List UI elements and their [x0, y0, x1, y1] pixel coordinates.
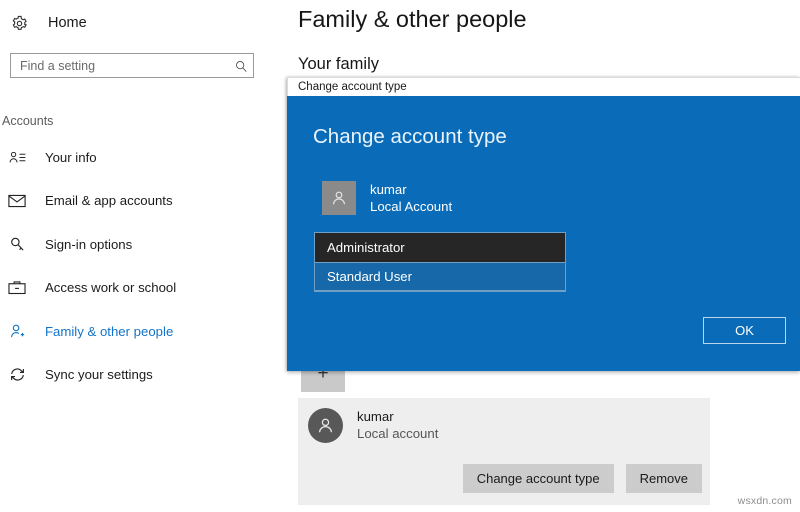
account-type-dropdown[interactable]: Administrator Standard User [314, 232, 566, 292]
remove-account-button[interactable]: Remove [626, 464, 702, 493]
sidebar-home-label: Home [48, 15, 87, 31]
sidebar-item-sync-your-settings[interactable]: Sync your settings [0, 364, 290, 386]
settings-sidebar: Home Accounts Your info [0, 0, 290, 512]
account-identity: kumar Local account [308, 408, 438, 443]
sidebar-item-email-app-accounts[interactable]: Email & app accounts [0, 190, 290, 212]
person-details-icon [6, 147, 28, 167]
account-card-actions: Change account type Remove [463, 464, 702, 493]
key-icon [6, 234, 28, 254]
person-add-icon [6, 321, 28, 341]
watermark: wsxdn.com [738, 495, 792, 507]
ok-button[interactable]: OK [703, 317, 786, 344]
dialog-user-name: kumar [370, 181, 452, 198]
dropdown-option-standard-user[interactable]: Standard User [315, 262, 565, 291]
sidebar-nav-list: Your info Email & app accounts Sign-in o… [0, 146, 290, 407]
dialog-heading: Change account type [313, 125, 507, 149]
sidebar-item-label: Access work or school [45, 280, 176, 295]
dialog-user-account-type: Local Account [370, 198, 452, 215]
sidebar-item-sign-in-options[interactable]: Sign-in options [0, 233, 290, 255]
envelope-icon [6, 191, 28, 211]
search-box[interactable] [10, 53, 254, 78]
sidebar-section-label: Accounts [2, 114, 53, 128]
sidebar-item-label: Sign-in options [45, 237, 132, 252]
avatar [308, 408, 343, 443]
sidebar-item-label: Family & other people [45, 324, 173, 339]
search-icon[interactable] [229, 54, 253, 77]
gear-icon [8, 12, 30, 34]
briefcase-icon [6, 278, 28, 298]
page-title: Family & other people [298, 6, 527, 33]
section-heading-your-family: Your family [298, 55, 379, 74]
dialog-titlebar[interactable]: Change account type [287, 77, 800, 96]
sidebar-item-label: Your info [45, 150, 97, 165]
dialog-body: Change account type kumar Local Account … [287, 96, 800, 371]
dropdown-option-administrator[interactable]: Administrator [315, 233, 565, 262]
dialog-user-identity: kumar Local Account [322, 181, 452, 215]
sidebar-item-family-other-people[interactable]: Family & other people [0, 320, 290, 342]
sidebar-item-home[interactable]: Home [8, 10, 87, 36]
account-name: kumar [357, 409, 438, 426]
account-type: Local account [357, 426, 438, 443]
sidebar-item-access-work-or-school[interactable]: Access work or school [0, 277, 290, 299]
account-card: kumar Local account Change account type … [298, 398, 710, 505]
sync-icon [6, 365, 28, 385]
search-input[interactable] [11, 54, 229, 77]
avatar [322, 181, 356, 215]
sidebar-item-label: Email & app accounts [45, 193, 173, 208]
change-account-type-button[interactable]: Change account type [463, 464, 614, 493]
sidebar-item-label: Sync your settings [45, 367, 153, 382]
change-account-type-dialog: Change account type Change account type … [287, 77, 800, 371]
sidebar-item-your-info[interactable]: Your info [0, 146, 290, 168]
dialog-titlebar-text: Change account type [298, 81, 407, 93]
